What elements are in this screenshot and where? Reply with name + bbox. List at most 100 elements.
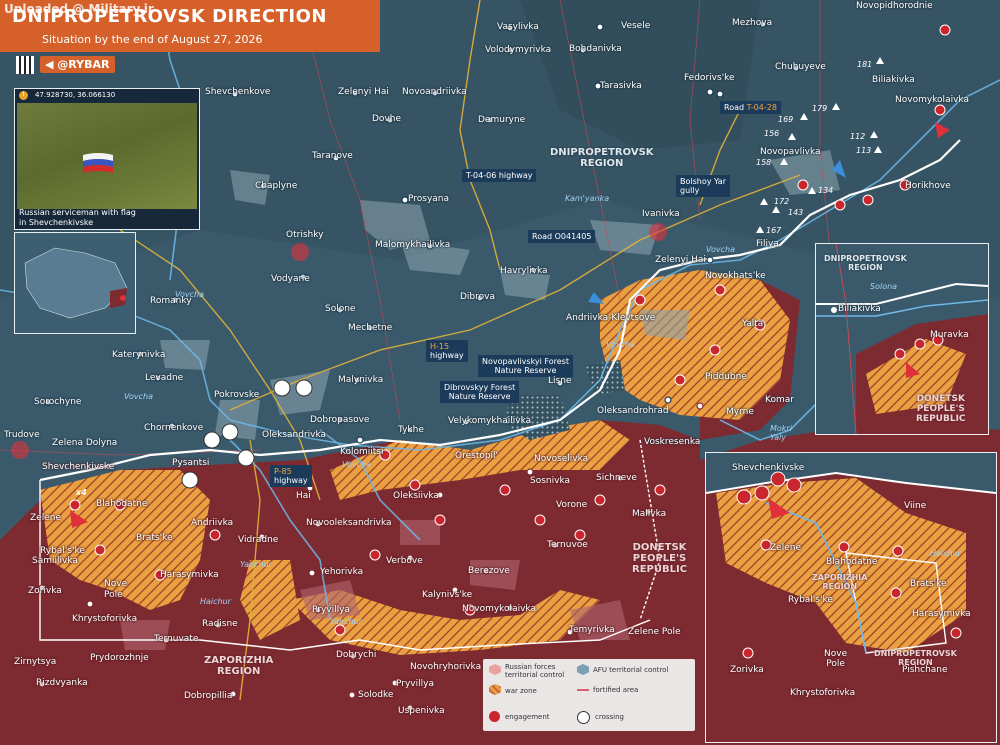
place-label: Novooleksandrivka (306, 518, 392, 528)
place-label: Yehorivka (320, 567, 364, 577)
place-label: Brats'ke (136, 533, 173, 543)
place-label: Harasymivka (160, 570, 219, 580)
map-legend: Russian forces territorial control AFU te… (483, 659, 695, 731)
place-label: Dovhe (372, 114, 402, 124)
inset-map-biliakivka[interactable]: DNIPROPETROVSK REGION Biliakivka Muravka … (815, 243, 989, 435)
road-tag-o041405: Road O041405 (528, 230, 596, 243)
height-179: 179 (812, 104, 828, 113)
place-label: Filiya (756, 239, 779, 249)
place-label: Chaplyne (255, 181, 298, 191)
place-label: Novoselivka (534, 454, 589, 464)
place-label: Horikhove (905, 181, 951, 191)
place-label: Pole (104, 590, 123, 600)
height-112: 112 (850, 132, 866, 141)
place-label: Novopidhorodnie (856, 1, 933, 11)
place-label: Tykhe (398, 425, 424, 435)
place-label: Voskresenka (644, 437, 701, 447)
place-label: Chornenkove (144, 423, 204, 433)
photo-coordinates: 47.928730, 36.066130 (35, 91, 116, 99)
place-label: Dobropillia (184, 691, 233, 701)
inset-ne-river-solona: Solona (870, 282, 898, 291)
place-label: Otrishky (286, 230, 324, 240)
place-label: Havrylivka (500, 266, 548, 276)
place-label: Blahodatne (96, 499, 148, 509)
legend-war-label: war zone (505, 687, 537, 695)
page-subtitle: Situation by the end of August 27, 2026 (42, 33, 263, 46)
legend-crossing-icon (577, 711, 590, 724)
place-label: Andriivka (191, 518, 234, 528)
legend-eng-label: engagement (505, 713, 550, 721)
place-label: Piddubne (705, 372, 747, 382)
photo-inset[interactable]: ! 47.928730, 36.066130 Russian servicema… (14, 88, 200, 230)
place-label: Sorochyne (34, 397, 82, 407)
place-label: Pysantsi (172, 458, 210, 468)
place-label: Ternuvate (154, 634, 199, 644)
legend-ru-label: Russian forces territorial control (505, 663, 565, 679)
feature-tag-dibrovskyy-forest: Dibrovskyy Forest Nature Reserve (440, 381, 520, 403)
river-label-vovcha-5: Vovcha (706, 245, 736, 254)
inset-se-zelene: Zelene (770, 543, 801, 553)
inset-se-harasymivka: Harasymivka (912, 609, 971, 619)
place-label: Dobropasove (310, 415, 370, 425)
place-label: Zelenyi Hai (338, 87, 389, 97)
legend-fort-label: fortified area (593, 686, 639, 694)
place-label: Lisne (548, 376, 572, 386)
river-label-vovcha-3: Vovcha (342, 460, 372, 469)
place-label: Prosyana (408, 194, 450, 204)
legend-cross-label: crossing (595, 713, 624, 721)
overview-locator-map[interactable] (14, 232, 136, 334)
qr-code-icon[interactable] (16, 56, 34, 74)
russian-flag-icon (83, 153, 113, 173)
place-label: Novoandriivka (402, 87, 467, 97)
place-label: Zelena Dolyna (52, 438, 118, 448)
place-label: Temyrivka (569, 625, 615, 635)
legend-swatch-war-zone (489, 684, 501, 695)
telegram-brand-link[interactable]: ◀ @RYBAR (40, 56, 115, 73)
height-169: 169 (778, 115, 794, 124)
place-label: Vorone (556, 500, 588, 510)
place-label: Dobrychi (336, 650, 377, 660)
place-label: Chuhuyeve (775, 62, 826, 72)
place-label: Demuryne (478, 115, 526, 125)
place-label: Yalta (742, 319, 764, 329)
road-tag-p85: P-85 highway (270, 465, 312, 487)
river-label-vovcha-2: Vovcha (124, 392, 154, 401)
region-label-zaporizhia: ZAPORIZHIA REGION (204, 655, 274, 677)
road-tag-h15: H-15 highway (426, 340, 468, 362)
place-label: Novohryhorivka (410, 662, 482, 672)
place-label: Pokrovske (214, 390, 260, 400)
place-label: Biliakivka (872, 75, 915, 85)
place-label: Hai (296, 491, 311, 501)
place-label: Oleksandrohrad (597, 406, 669, 416)
feature-tag-bolshoy-yar: Bolshoy Yar gully (676, 175, 730, 197)
road-tag-t0428: Road T-04-28 (720, 101, 781, 114)
inset-se-river-haichur: Haichur (930, 549, 961, 558)
place-label: Malomykhailivka (375, 240, 451, 250)
inset-ne-region-label: DNIPROPETROVSK REGION (824, 254, 907, 272)
place-label: Shevchenkivske (42, 462, 115, 472)
height-158: 158 (756, 158, 772, 167)
place-label: Zelene (30, 513, 61, 523)
place-label: Novomykolaivka (895, 95, 969, 105)
place-label: Velykomykhailivka (448, 416, 532, 426)
place-label: Fedorivs'ke (684, 73, 735, 83)
place-label: Pryvillya (396, 679, 434, 689)
height-156: 156 (764, 129, 780, 138)
inset-se-rybalske: Rybal's'ke (788, 595, 833, 605)
inset-map-shevchenkivske[interactable]: Shevchenkivske Viine Zelene Blahodatne B… (705, 452, 997, 743)
legend-swatch-ru (489, 664, 501, 675)
place-label: Novomykolaivka (462, 604, 536, 614)
height-113: 113 (856, 146, 872, 155)
place-label: Komar (765, 395, 794, 405)
place-label: Radisne (202, 619, 238, 629)
inset-se-bratske: Brats'ke (910, 579, 947, 589)
region-label-donetsk: DONETSK PEOPLE'S REPUBLIC (632, 542, 688, 575)
river-label-vovcha-4: Vovcha (606, 340, 636, 349)
place-label: Malynivka (338, 375, 384, 385)
height-181: 181 (857, 60, 873, 69)
photo-caption: Russian serviceman with flag in Shevchen… (19, 208, 136, 227)
place-label: Rybal's'ke (40, 546, 85, 556)
count-x4: x4 (76, 488, 87, 497)
inset-se-viine: Viine (904, 501, 927, 511)
region-label-dnipropetrovsk: DNIPROPETROVSK REGION (550, 147, 654, 169)
